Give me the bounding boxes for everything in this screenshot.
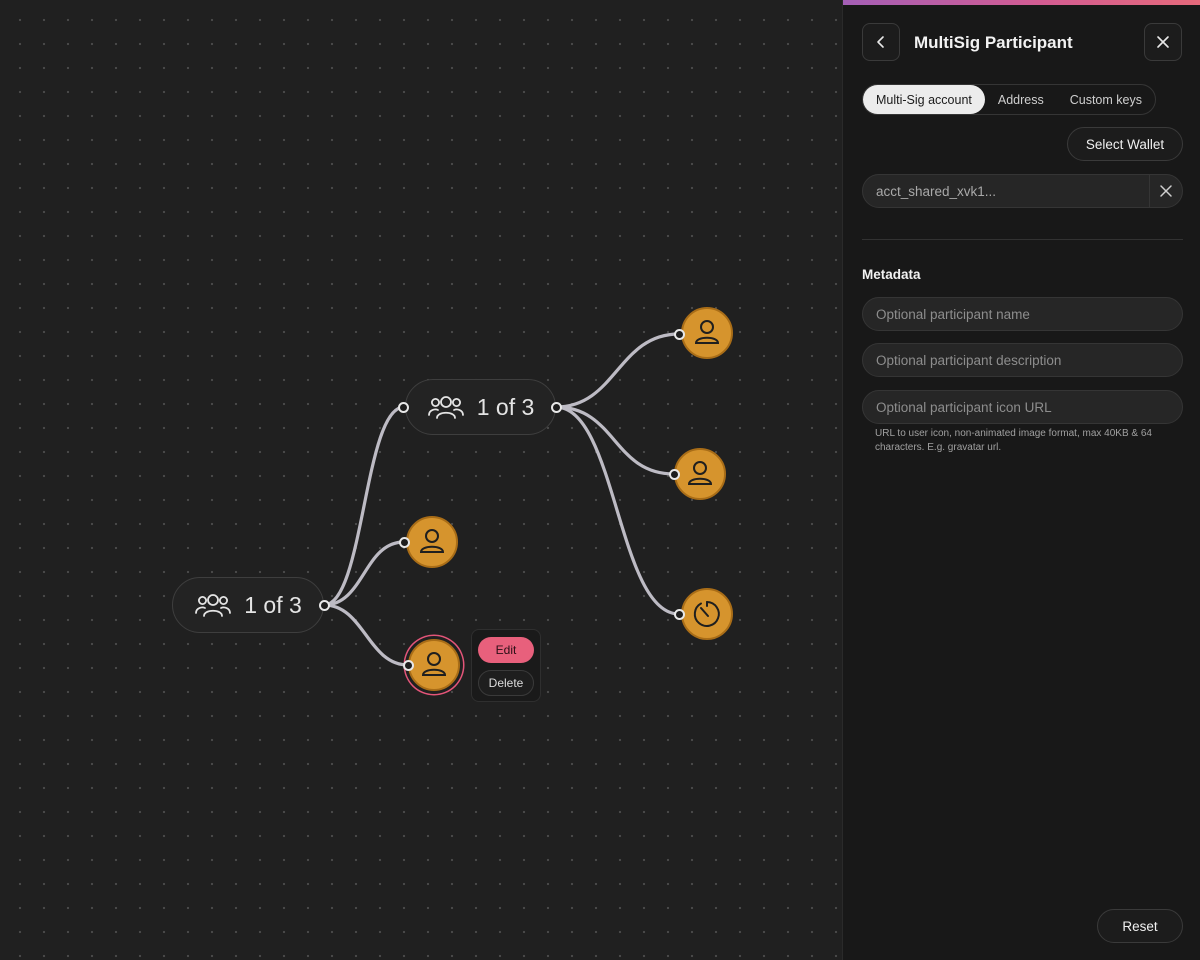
panel-title: MultiSig Participant (914, 33, 1073, 52)
participant-panel: MultiSig Participant Multi-Sig account A… (842, 0, 1200, 960)
user-icon (694, 320, 720, 344)
edge-subgroup-to-participant-a (554, 332, 681, 409)
tab-multisig-account[interactable]: Multi-Sig account (863, 85, 985, 114)
participant-icon-url-input[interactable] (862, 390, 1183, 424)
users-group-icon (427, 396, 464, 419)
close-button[interactable] (1144, 23, 1182, 61)
user-icon (419, 529, 445, 553)
edge-subgroup-to-participant-b (554, 405, 676, 476)
group-node-root[interactable]: 1 of 3 (172, 577, 324, 633)
close-icon (1160, 185, 1172, 197)
participant-input-handle[interactable] (669, 469, 680, 480)
tab-custom-keys[interactable]: Custom keys (1057, 85, 1155, 114)
edge-root-to-participant-2 (322, 603, 410, 667)
account-field[interactable]: acct_shared_xvk1... (862, 174, 1183, 208)
timelock-node[interactable] (681, 588, 733, 640)
panel-accent-bar (843, 0, 1200, 5)
app: 1 of 3 1 of 3 Edit Delete MultiSig Parti… (0, 0, 1200, 960)
user-icon (687, 461, 713, 485)
subgroup-output-handle[interactable] (551, 402, 562, 413)
group-threshold-label: 1 of 3 (244, 591, 302, 618)
delete-button[interactable]: Delete (478, 670, 534, 696)
user-icon (421, 652, 447, 676)
select-wallet-button[interactable]: Select Wallet (1067, 127, 1183, 161)
participant-node[interactable] (674, 448, 726, 500)
back-button[interactable] (862, 23, 900, 61)
reset-button[interactable]: Reset (1097, 909, 1183, 943)
account-value: acct_shared_xvk1... (876, 183, 997, 199)
node-context-menu: Edit Delete (471, 629, 541, 702)
participant-node[interactable] (681, 307, 733, 359)
participant-input-handle[interactable] (399, 537, 410, 548)
tab-address[interactable]: Address (985, 85, 1057, 114)
users-group-icon (195, 594, 232, 617)
edit-button[interactable]: Edit (478, 637, 534, 663)
root-output-handle[interactable] (319, 600, 330, 611)
group-threshold-label: 1 of 3 (476, 393, 535, 420)
participant-node[interactable] (406, 516, 458, 568)
timelock-input-handle[interactable] (674, 609, 685, 620)
section-divider (862, 239, 1183, 240)
group-node-sub[interactable]: 1 of 3 (405, 379, 556, 435)
participant-name-input[interactable] (862, 297, 1183, 331)
flow-canvas[interactable]: 1 of 3 1 of 3 Edit Delete (0, 0, 842, 960)
edge-subgroup-to-timelock (554, 405, 681, 616)
metadata-heading: Metadata (862, 267, 921, 282)
chevron-left-icon (877, 36, 884, 48)
participant-type-tabs: Multi-Sig account Address Custom keys (862, 84, 1156, 115)
icon-url-hint: URL to user icon, non-animated image for… (875, 428, 1152, 453)
participant-description-input[interactable] (862, 343, 1183, 377)
close-icon (1157, 36, 1169, 48)
participant-input-handle[interactable] (403, 660, 414, 671)
participant-input-handle[interactable] (674, 329, 685, 340)
subgroup-input-handle[interactable] (398, 402, 409, 413)
clear-account-button[interactable] (1149, 175, 1182, 207)
timer-icon (693, 601, 720, 627)
participant-node-selected[interactable] (408, 639, 460, 691)
